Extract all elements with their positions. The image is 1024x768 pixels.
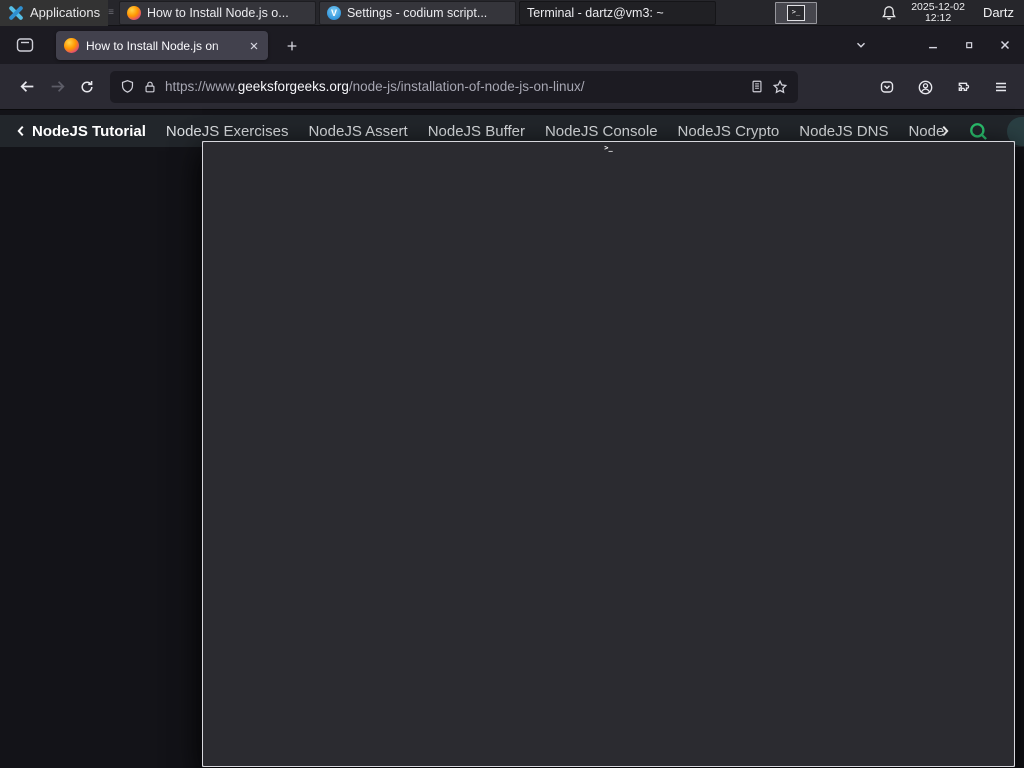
- nav-scroll-left-icon[interactable]: [14, 123, 28, 139]
- window-button-label: Terminal - dartz@vm3: ~: [526, 5, 664, 20]
- window-button-label: How to Install Node.js o...: [146, 5, 289, 20]
- pocket-icon[interactable]: [872, 72, 902, 102]
- site-nav-item[interactable]: NodeJS Exercises: [166, 123, 289, 140]
- window-button-list: How to Install Node.js o... Settings - c…: [118, 0, 1015, 767]
- nav-scroll-right-icon[interactable]: [938, 123, 952, 139]
- notification-bell-icon[interactable]: [881, 5, 897, 21]
- tab-close-icon[interactable]: [248, 40, 260, 52]
- window-button-label: Settings - codium script...: [346, 5, 488, 20]
- firefox-icon: [126, 5, 141, 20]
- top-panel: Applications ≡ How to Install Node.js o.…: [0, 0, 1024, 767]
- applications-icon: [9, 5, 23, 20]
- desktop: Applications ≡ How to Install Node.js o.…: [0, 0, 1024, 768]
- browser-close-button[interactable]: [992, 33, 1018, 57]
- workspace-terminal-thumbnail: [786, 4, 805, 21]
- browser-tab[interactable]: How to Install Node.js on: [56, 31, 268, 60]
- window-button[interactable]: How to Install Node.js o...: [118, 0, 316, 25]
- applications-menu[interactable]: Applications: [0, 0, 109, 26]
- new-tab-button[interactable]: [280, 34, 304, 58]
- reader-mode-icon[interactable]: [750, 79, 764, 94]
- url-text: https://www.geeksforgeeks.org/node-js/in…: [165, 79, 585, 94]
- back-button[interactable]: [12, 72, 42, 102]
- clock-date: 2025-12-02: [911, 0, 965, 13]
- extensions-icon[interactable]: [948, 72, 978, 102]
- site-nav-item[interactable]: NodeJS Console: [545, 123, 658, 140]
- browser-maximize-button[interactable]: [956, 33, 982, 57]
- site-nav-item[interactable]: NodeJS Buffer: [428, 123, 525, 140]
- site-nav-item[interactable]: NodeJS Assert: [308, 123, 407, 140]
- account-icon[interactable]: [910, 72, 940, 102]
- list-all-tabs-button[interactable]: [848, 33, 874, 57]
- clock[interactable]: 2025-12-02 12:12: [911, 0, 965, 24]
- workspace-switcher[interactable]: [774, 1, 817, 24]
- site-nav-item[interactable]: NodeJS Tutorial: [32, 123, 146, 140]
- panel-separator: ≡: [108, 7, 114, 18]
- tab-title: How to Install Node.js on: [86, 38, 219, 53]
- site-nav-item[interactable]: NodeJS Crypto: [678, 123, 780, 140]
- app-menu-icon[interactable]: [986, 72, 1016, 102]
- firefox-favicon: [64, 38, 79, 53]
- tab-bar: How to Install Node.js on: [0, 26, 1024, 64]
- lock-icon[interactable]: [143, 80, 157, 94]
- applications-label: Applications: [30, 5, 101, 20]
- browser-minimize-button[interactable]: [920, 33, 946, 57]
- site-nav-item[interactable]: NodeJS DNS: [799, 123, 888, 140]
- username[interactable]: Dartz: [979, 5, 1014, 20]
- navigation-toolbar: https://www.geeksforgeeks.org/node-js/in…: [0, 64, 1024, 110]
- window-button[interactable]: Terminal - dartz@vm3: ~: [202, 0, 1015, 767]
- window-button[interactable]: Settings - codium script...: [318, 0, 516, 25]
- search-icon[interactable]: [968, 121, 989, 142]
- url-bar[interactable]: https://www.geeksforgeeks.org/node-js/in…: [110, 70, 798, 103]
- bookmark-star-icon[interactable]: [772, 79, 788, 95]
- clock-time: 12:12: [924, 11, 952, 24]
- site-nav-items: NodeJS Tutorial NodeJS Exercises NodeJS …: [32, 123, 944, 140]
- forward-button[interactable]: [42, 72, 72, 102]
- reload-button[interactable]: [72, 72, 102, 102]
- firefox-view-button[interactable]: [10, 32, 40, 58]
- shield-icon[interactable]: [120, 79, 135, 94]
- vscodium-icon: [326, 5, 341, 20]
